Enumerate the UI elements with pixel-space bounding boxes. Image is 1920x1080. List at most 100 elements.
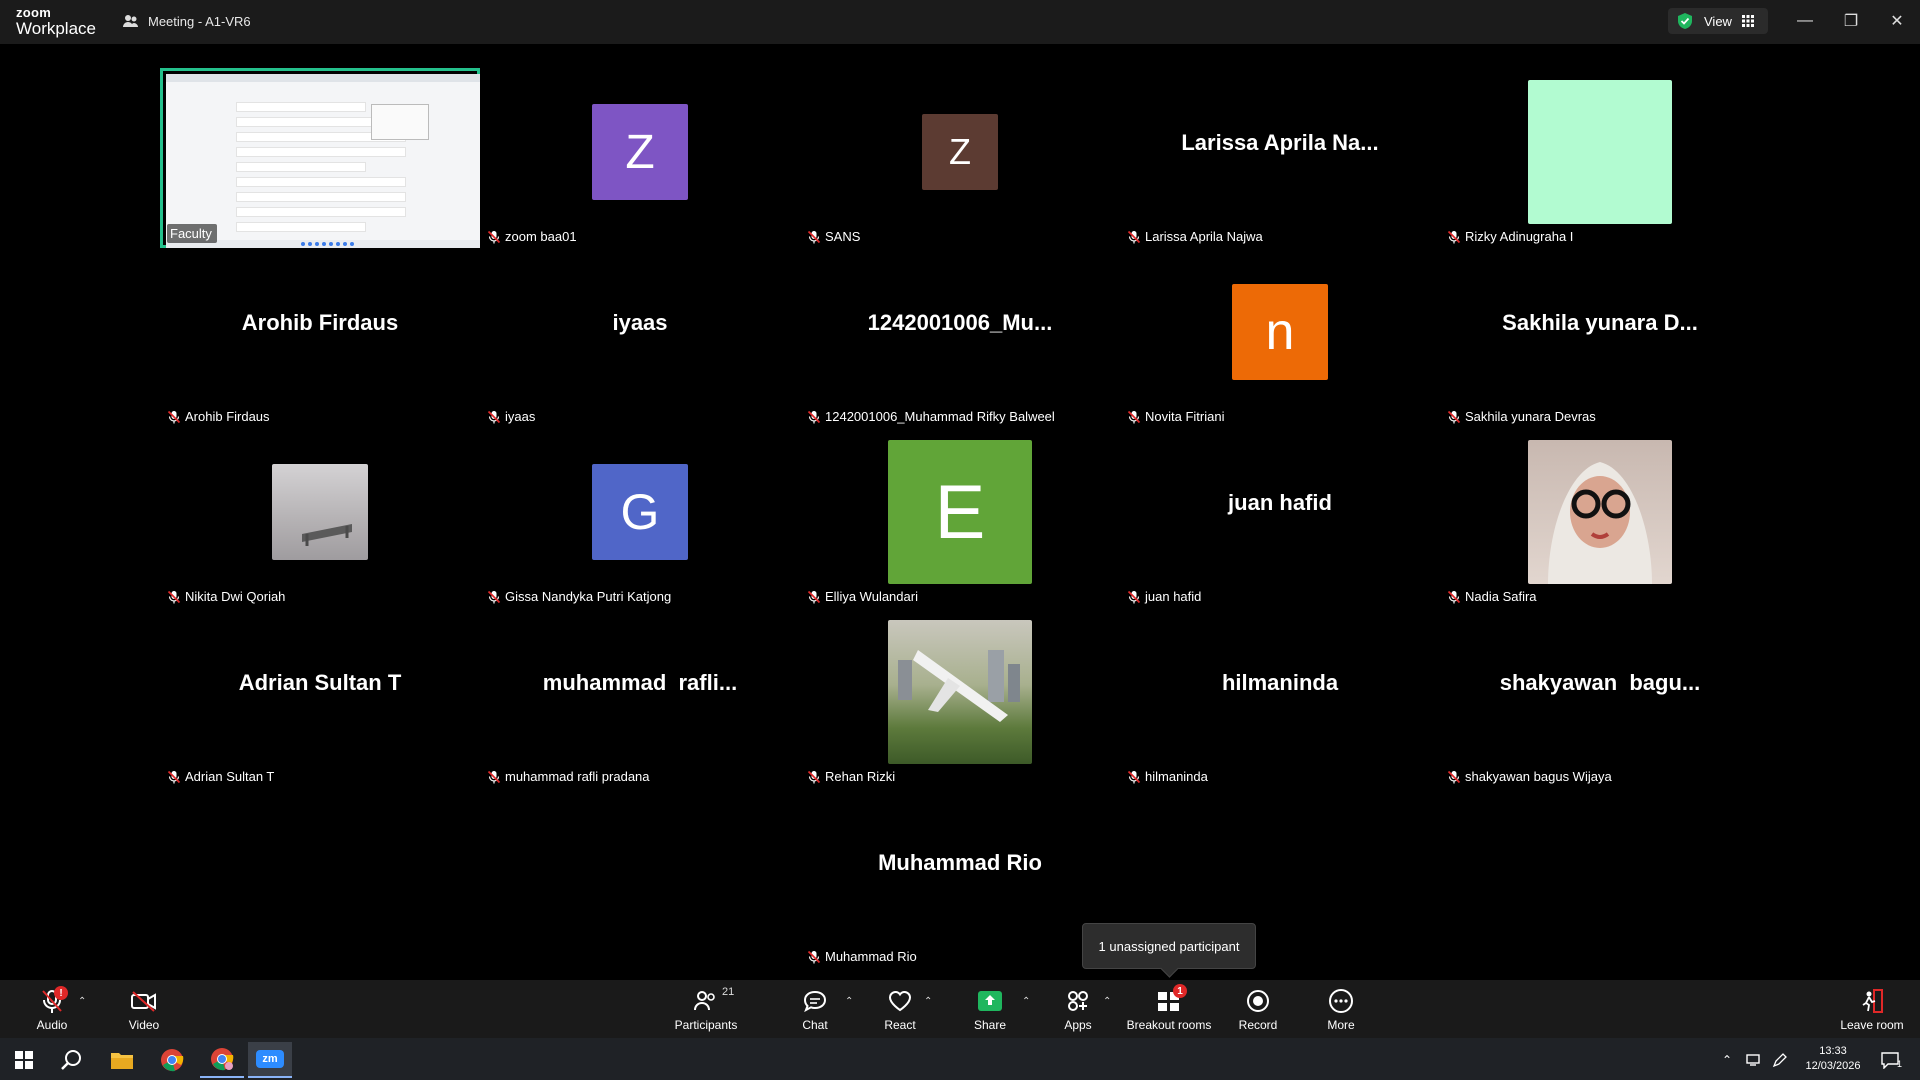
participant-name: Faculty: [170, 226, 212, 241]
video-off-icon: [130, 988, 158, 1014]
participant-avatar: Z: [592, 104, 688, 200]
notification-icon[interactable]: 1: [1870, 1042, 1910, 1078]
more-button[interactable]: More: [1301, 988, 1381, 1032]
participant-tile[interactable]: Nikita Dwi Qoriah: [160, 428, 480, 608]
participant-display-name: Arohib Firdaus: [241, 310, 399, 335]
participant-name-label: Rizky Adinugraha I: [1444, 227, 1579, 246]
windows-start-icon[interactable]: [2, 1042, 46, 1078]
heart-icon: [886, 988, 914, 1014]
muted-microphone-icon: [1127, 590, 1141, 603]
muted-microphone-icon: [487, 230, 501, 243]
participants-button[interactable]: 21 Participants: [666, 986, 746, 1032]
participants-toolbar-icon: 21: [692, 986, 734, 1014]
share-options-chevron-icon[interactable]: ⌃: [1022, 996, 1030, 1007]
participant-tile[interactable]: Sakhila yunara D... Sakhila yunara Devras: [1440, 248, 1760, 428]
chat-options-chevron-icon[interactable]: ⌃: [845, 996, 853, 1007]
share-button[interactable]: Share: [950, 988, 1030, 1032]
apps-options-chevron-icon[interactable]: ⌃: [1103, 996, 1111, 1007]
participant-name-label: Sakhila yunara Devras: [1444, 407, 1601, 426]
participant-name-label: zoom baa01: [484, 227, 582, 246]
apps-button[interactable]: Apps: [1038, 988, 1118, 1032]
participant-display-name: Adrian Sultan T: [238, 670, 402, 695]
muted-microphone-icon: [1447, 770, 1461, 783]
meeting-title[interactable]: Meeting - A1-VR6: [122, 12, 251, 30]
participant-tile[interactable]: Muhammad Rio Muhammad Rio: [800, 788, 1120, 968]
record-button[interactable]: Record: [1218, 988, 1298, 1032]
participant-name: SANS: [825, 229, 861, 244]
participant-name-label: iyaas: [484, 407, 541, 426]
participant-avatar: E: [888, 440, 1032, 584]
breakout-badge: 1: [1173, 984, 1187, 998]
participant-name: Adrian Sultan T: [185, 769, 275, 784]
participant-tile[interactable]: Zzoom baa01: [480, 68, 800, 248]
participant-tile[interactable]: G Gissa Nandyka Putri Katjong: [480, 428, 800, 608]
tray-chevron-up-icon[interactable]: ⌃: [1715, 1042, 1739, 1078]
participant-tile[interactable]: Rehan Rizki: [800, 608, 1120, 788]
grid-icon: [1741, 15, 1754, 27]
participant-display-name: Sakhila yunara D...: [1502, 310, 1698, 335]
participant-name: Nadia Safira: [1465, 589, 1537, 604]
participant-tile[interactable]: Arohib Firdaus Arohib Firdaus: [160, 248, 480, 428]
participant-tile[interactable]: juan hafid juan hafid: [1120, 428, 1440, 608]
participant-tile[interactable]: iyaas iyaas: [480, 248, 800, 428]
muted-microphone-icon: [167, 410, 181, 423]
more-label: More: [1327, 1018, 1355, 1032]
participant-tile[interactable]: hilmaninda hilmaninda: [1120, 608, 1440, 788]
pen-icon[interactable]: [1768, 1042, 1792, 1078]
avatar-initial: Z: [949, 131, 971, 172]
muted-microphone-icon: [1447, 230, 1461, 243]
record-label: Record: [1238, 1018, 1278, 1032]
participant-display-name: iyaas: [612, 310, 668, 335]
audio-alert-badge: !: [54, 986, 68, 1000]
participant-tile[interactable]: Nadia Safira: [1440, 428, 1760, 608]
participant-display-name: juan hafid: [1228, 490, 1332, 515]
participant-tile[interactable]: Faculty: [160, 68, 480, 248]
leave-room-button[interactable]: Leave room: [1832, 988, 1912, 1032]
avatar-initial: Z: [625, 125, 655, 179]
muted-microphone-icon: [1127, 770, 1141, 783]
participant-display-name: shakyawan bagu...: [1499, 670, 1701, 695]
breakout-rooms-button[interactable]: 1 Breakout rooms: [1119, 984, 1219, 1032]
view-button[interactable]: View: [1668, 8, 1768, 34]
search-icon[interactable]: [50, 1042, 94, 1078]
participant-name: zoom baa01: [505, 229, 577, 244]
clock[interactable]: 13:33 12/03/2026: [1798, 1044, 1868, 1074]
avatar-initial: n: [1265, 303, 1295, 361]
react-options-chevron-icon[interactable]: ⌃: [924, 996, 932, 1007]
chat-button[interactable]: Chat: [775, 988, 855, 1032]
react-button[interactable]: React: [860, 988, 940, 1032]
muted-microphone-icon: [1127, 230, 1141, 243]
more-icon: [1327, 988, 1355, 1014]
video-button[interactable]: Video: [104, 988, 184, 1032]
participants-count: 21: [722, 986, 735, 998]
zoom-app-icon[interactable]: zm: [248, 1042, 292, 1078]
audio-options-chevron-icon[interactable]: ⌃: [78, 996, 86, 1007]
participant-tile[interactable]: Adrian Sultan T Adrian Sultan T: [160, 608, 480, 788]
participant-name: Rehan Rizki: [825, 769, 896, 784]
participant-tile[interactable]: 1242001006_Mu... 1242001006_Muhammad Rifk…: [800, 248, 1120, 428]
notification-count: 1: [1897, 1059, 1903, 1069]
chrome-icon[interactable]: [150, 1042, 194, 1078]
chrome-profile-icon[interactable]: [200, 1042, 244, 1078]
participant-name-label: juan hafid: [1124, 587, 1207, 606]
participant-tile[interactable]: Rizky Adinugraha I: [1440, 68, 1760, 248]
participant-tile[interactable]: n Novita Fitriani: [1120, 248, 1440, 428]
participant-display-name: muhammad rafli...: [542, 670, 738, 695]
participants-label: Participants: [674, 1018, 738, 1032]
participant-tile[interactable]: E Elliya Wulandari: [800, 428, 1120, 608]
avatar-initial: G: [620, 484, 660, 540]
plane-image-icon: [898, 650, 1020, 722]
close-icon[interactable]: ✕: [1882, 8, 1912, 34]
restore-icon[interactable]: ❐: [1836, 8, 1866, 34]
minimize-icon[interactable]: —: [1790, 8, 1820, 34]
participant-tile[interactable]: muhammad rafli... muhammad rafli pradana: [480, 608, 800, 788]
network-icon[interactable]: [1742, 1042, 1766, 1078]
participant-tile[interactable]: Z SANS: [800, 68, 1120, 248]
participant-tile[interactable]: Larissa Aprila Na... Larissa Aprila Najwa: [1120, 68, 1440, 248]
participant-tile[interactable]: shakyawan bagu... shakyawan bagus Wijaya: [1440, 608, 1760, 788]
audio-button[interactable]: ! Audio: [12, 986, 92, 1032]
file-explorer-icon[interactable]: [100, 1042, 144, 1078]
participant-name-label: hilmaninda: [1124, 767, 1213, 786]
view-label: View: [1704, 13, 1732, 29]
participant-name-label: Rehan Rizki: [804, 767, 901, 786]
